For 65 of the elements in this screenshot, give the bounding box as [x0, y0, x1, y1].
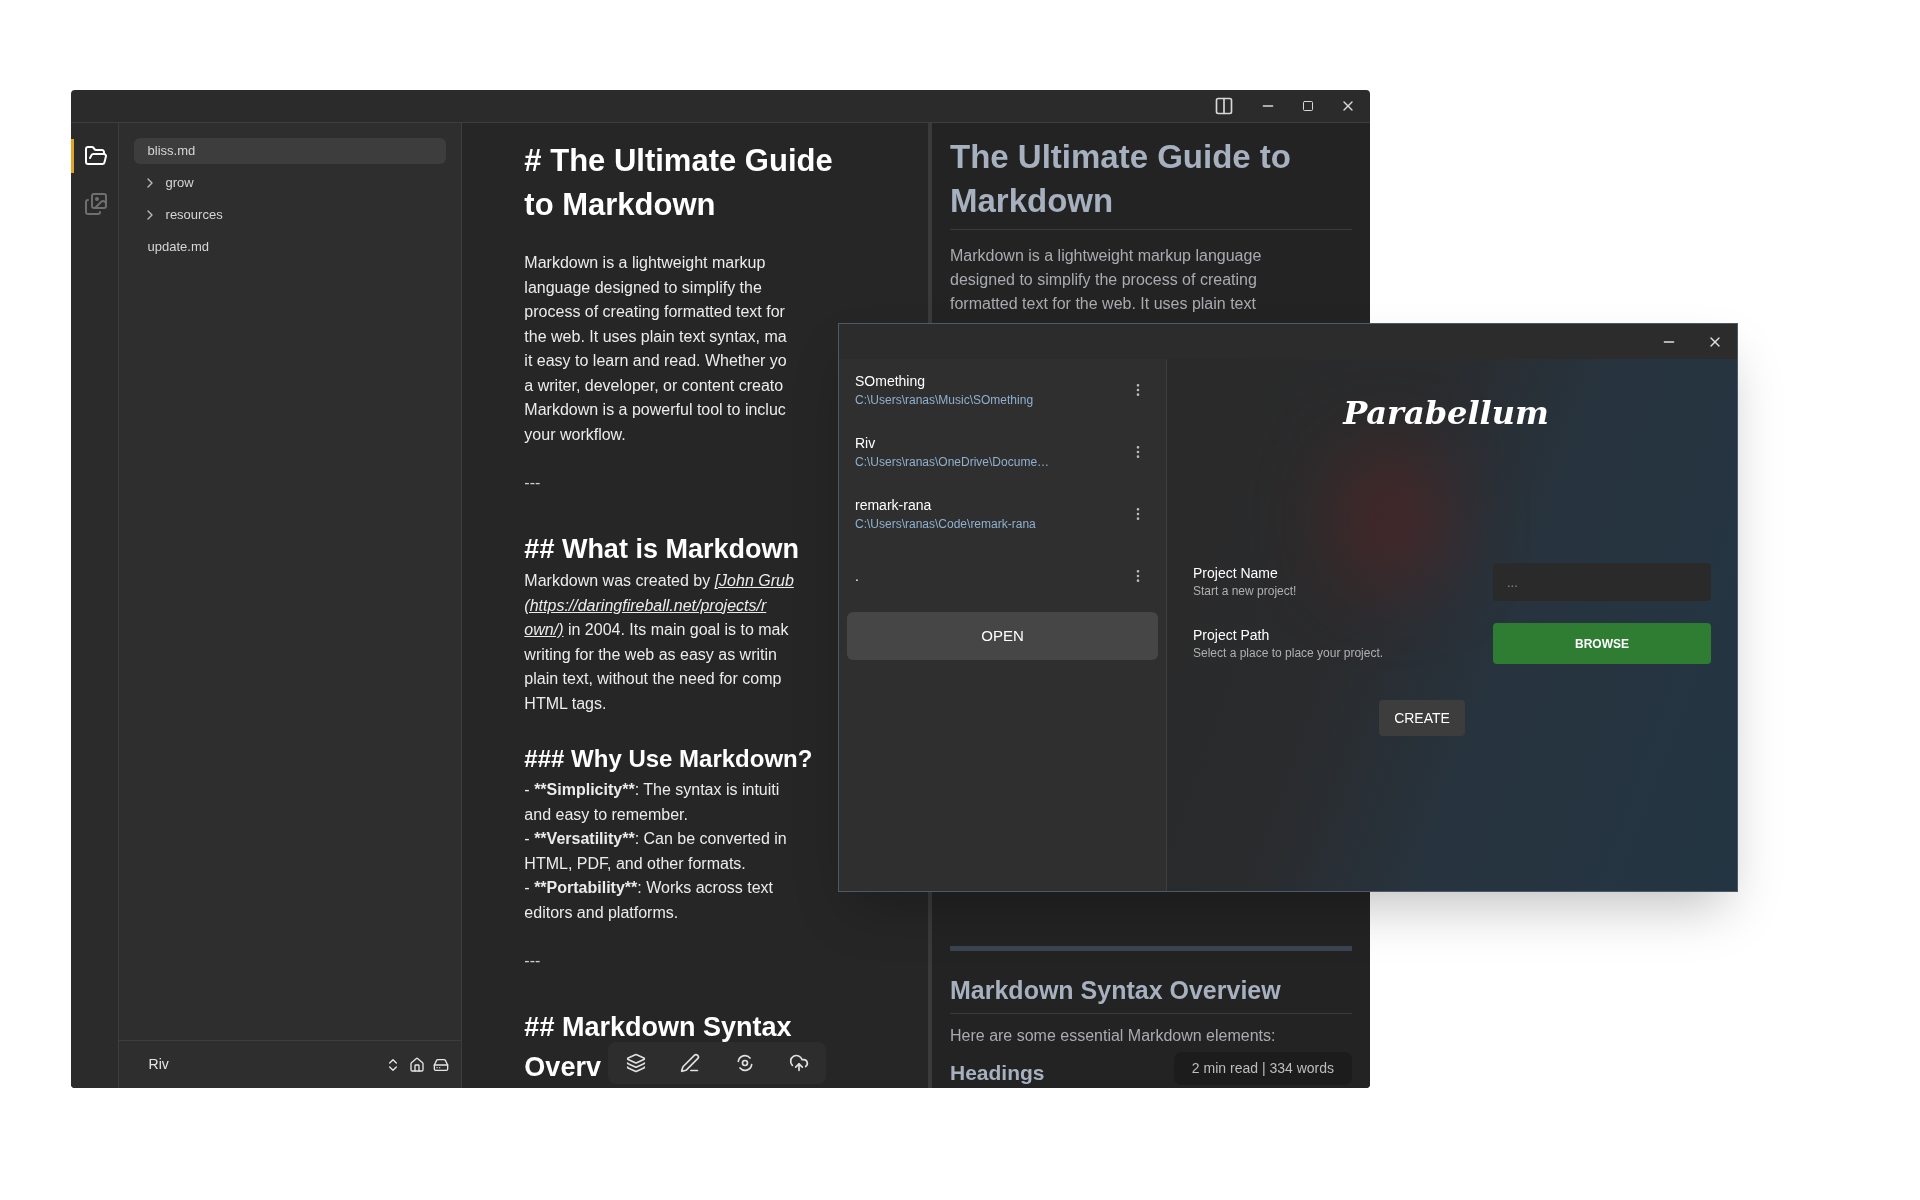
app-logo: Parabellum — [1343, 393, 1549, 434]
home-icon[interactable] — [409, 1056, 426, 1073]
preview-text-line: Markdown is a lightweight markup language — [950, 246, 1262, 266]
browse-button[interactable]: BROWSE — [1493, 623, 1711, 664]
project-name: Riv — [148, 1055, 170, 1074]
heading-line: ## What is Markdown — [524, 533, 799, 566]
text-line: and easy to remember. — [524, 804, 688, 825]
cloud-upload-icon[interactable] — [789, 1053, 810, 1073]
heading-line: # The Ultimate Guide — [524, 142, 833, 180]
drive-icon[interactable] — [433, 1056, 450, 1073]
preview-title: The Ultimate Guide to Markdown — [950, 135, 1352, 230]
text-line: (https://daringfireball.net/projects/r — [524, 595, 767, 616]
field-hint: Select a place to place your project. — [1193, 644, 1384, 662]
preview-paragraph: Here are some essential Markdown elements: — [950, 1026, 1276, 1046]
text-line: a writer, developer, or content creato — [524, 375, 784, 396]
text-line: - **Simplicity**: The syntax is intuiti — [524, 780, 780, 800]
preview-text-line: designed to simplify the process of creating — [950, 270, 1257, 290]
text-line: language designed to simplify the — [524, 277, 762, 298]
heading-line: ### Why Use Markdown? — [524, 744, 813, 774]
heading-line: Overv — [524, 1051, 601, 1084]
rule-text: --- — [524, 473, 541, 493]
field-label: Project Name — [1193, 564, 1279, 582]
text-line: process of creating formatted text for — [524, 302, 785, 322]
field-label: Project Path — [1193, 625, 1271, 644]
split-view-icon[interactable] — [1214, 96, 1234, 116]
file-item[interactable]: bliss.md — [133, 138, 447, 164]
open-button[interactable]: OPEN — [847, 612, 1158, 660]
project-path: C:\Users\ranas\Music\SOmething — [855, 392, 1034, 409]
layers-icon[interactable] — [625, 1053, 646, 1073]
text-line: Markdown is a lightweight markup — [524, 253, 766, 273]
text-line: the web. It uses plain text syntax, ma — [524, 326, 787, 347]
preview-subheading: Headings — [950, 1060, 1045, 1086]
project-path: C:\Users\ranas\OneDrive\Docume… — [855, 454, 1050, 471]
text-line: - **Versatility**: Can be converted in — [524, 829, 787, 849]
images-icon — [83, 192, 108, 216]
text-line: HTML, PDF, and other formats. — [524, 853, 746, 874]
text-line: Markdown was created by [John Grub — [524, 571, 794, 591]
project-name-field[interactable]: ... — [1493, 563, 1711, 601]
reading-stats: 2 min read | 334 words — [1173, 1052, 1352, 1085]
text-line: HTML tags. — [524, 693, 607, 714]
rule-text: --- — [524, 951, 541, 971]
text-line: own/) in 2004. Its main goal is to mak — [524, 620, 789, 640]
preview-heading: Markdown Syntax Overview — [950, 973, 1352, 1014]
text-line: plain text, without the need for comp — [524, 669, 782, 689]
heading-line: to Markdown — [524, 186, 716, 224]
preview-text-line: formatted text for the web. It uses plain text — [950, 294, 1256, 314]
maximize-icon[interactable] — [1302, 100, 1314, 112]
text-line: Markdown is a powerful tool to incluc — [524, 400, 786, 420]
folder-icon — [83, 144, 108, 168]
text-line: editors and platforms. — [524, 902, 679, 923]
field-hint: Start a new project! — [1193, 583, 1297, 600]
project-path: C:\Users\ranas\Code\remark-rana — [855, 516, 1036, 533]
project-title[interactable]: Riv — [855, 433, 876, 453]
folder-item[interactable]: resources — [133, 202, 447, 228]
text-line: writing for the web as easy as writin — [524, 644, 777, 665]
text-line: it easy to learn and read. Whether yo — [524, 351, 787, 371]
text-line: your workflow. — [524, 424, 626, 445]
file-item[interactable]: update.md — [133, 234, 447, 260]
heading-line: ## Markdown Syntax — [524, 1011, 792, 1044]
pencil-icon[interactable] — [680, 1053, 701, 1073]
project-title[interactable]: remark-rana — [855, 495, 932, 515]
folder-item[interactable]: grow — [133, 170, 447, 196]
create-button[interactable]: CREATE — [1379, 700, 1465, 736]
project-title[interactable]: SOmething — [855, 371, 926, 391]
text-line: - **Portability**: Works across text — [524, 878, 773, 898]
